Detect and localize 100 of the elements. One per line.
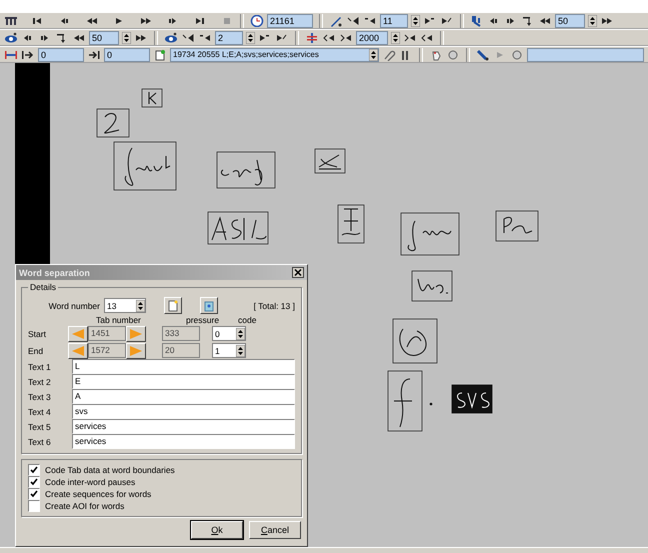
total-count: [ Total: 13 ] xyxy=(254,300,295,310)
delete-button[interactable] xyxy=(200,297,218,314)
column-header: Tab number xyxy=(96,314,142,324)
column-header: pressure xyxy=(186,314,220,324)
handwritten-word xyxy=(452,384,492,414)
text-label: Text 5 xyxy=(28,422,52,432)
handwritten-word xyxy=(314,148,346,174)
spin-arrows-icon[interactable] xyxy=(588,14,597,26)
text-label: Text 4 xyxy=(28,406,52,416)
width-icon[interactable] xyxy=(4,48,18,60)
row-label: End xyxy=(28,346,44,356)
timeline-icon[interactable] xyxy=(4,14,18,26)
checkbox-label: Code inter-word pauses xyxy=(45,477,136,487)
arrow-button[interactable] xyxy=(68,342,88,358)
box-icon xyxy=(204,300,214,312)
spin-arrows-icon[interactable] xyxy=(411,14,420,26)
spin-arrows-icon[interactable] xyxy=(369,48,378,60)
document-icon xyxy=(168,300,178,312)
marker-arrow-icon[interactable] xyxy=(420,32,434,44)
handwritten-word xyxy=(388,370,422,432)
arrow-button[interactable] xyxy=(68,326,88,342)
field-label: Word number xyxy=(48,300,100,310)
ink-dot xyxy=(430,402,432,406)
close-icon[interactable] xyxy=(292,267,304,278)
text-label: Text 6 xyxy=(28,436,52,446)
text-field[interactable]: E xyxy=(72,374,295,389)
clock-icon[interactable] xyxy=(250,14,264,26)
checkbox-label: Create sequences for words xyxy=(45,489,152,499)
handwritten-word xyxy=(208,212,268,244)
spin-field[interactable]: 2 xyxy=(215,30,243,44)
tab-number-field: 1572 xyxy=(88,343,126,358)
input-field[interactable] xyxy=(527,48,644,62)
checkbox[interactable] xyxy=(28,500,40,512)
text-field[interactable]: L xyxy=(72,359,295,374)
checkbox[interactable] xyxy=(28,476,40,488)
spin-arrows-icon[interactable] xyxy=(122,32,131,44)
text-field[interactable]: services xyxy=(72,419,295,434)
arrow-button[interactable] xyxy=(126,342,146,358)
code-spin[interactable]: 1 xyxy=(212,343,246,358)
start-field[interactable]: 0 xyxy=(38,48,84,62)
circle-icon[interactable] xyxy=(446,48,460,60)
new-document-icon[interactable] xyxy=(153,48,167,60)
window-title: Word separation xyxy=(19,268,90,278)
text-field[interactable]: services xyxy=(72,434,295,449)
ok-button[interactable]: Ok xyxy=(191,521,243,539)
paperclip-icon[interactable] xyxy=(382,48,396,60)
marker-arrow-icon[interactable] xyxy=(181,32,195,44)
spin-arrows-icon[interactable] xyxy=(246,32,255,44)
checkbox-label: Create AOI for words xyxy=(45,501,124,511)
group-title: Details xyxy=(28,282,58,292)
checkbox[interactable] xyxy=(28,464,40,476)
handwritten-word xyxy=(412,270,452,302)
eye-icon[interactable] xyxy=(4,32,18,44)
handwritten-word xyxy=(400,212,460,256)
handwritten-word xyxy=(338,204,364,244)
pen-icon[interactable] xyxy=(329,14,343,26)
arrow-button[interactable] xyxy=(126,326,146,342)
handwritten-word xyxy=(142,88,162,108)
handwritten-word xyxy=(114,142,176,190)
circle-icon[interactable] xyxy=(510,48,524,60)
spin-field[interactable]: 50 xyxy=(89,30,119,44)
spin-field[interactable]: 50 xyxy=(555,14,585,28)
handwritten-word xyxy=(216,152,276,188)
pressure-field: 20 xyxy=(162,343,200,358)
marker-arrow-icon[interactable] xyxy=(403,32,417,44)
text-label: Text 3 xyxy=(28,392,52,402)
handwritten-word xyxy=(392,318,438,364)
eye-icon[interactable] xyxy=(164,32,178,44)
handwritten-word xyxy=(96,108,130,138)
marker-arrow-icon[interactable] xyxy=(346,14,360,26)
checkbox-label: Code Tab data at word boundaries xyxy=(45,465,175,475)
cross-icon[interactable] xyxy=(305,32,319,44)
sequence-dropdown[interactable]: 19734 20555 L;E;A;svs;services;services xyxy=(170,48,379,62)
pressure-field: 333 xyxy=(162,326,200,341)
text-field[interactable]: A xyxy=(72,389,295,404)
word-number-spin[interactable]: 13 xyxy=(104,298,146,313)
spin-arrows-icon[interactable] xyxy=(236,328,245,340)
new-button[interactable] xyxy=(164,297,182,314)
spin-arrows-icon[interactable] xyxy=(136,300,145,312)
row-label: Start xyxy=(28,328,47,338)
cancel-button[interactable]: Cancel xyxy=(249,521,301,539)
time-field[interactable]: 21161 xyxy=(267,14,313,28)
spin-field[interactable]: 11 xyxy=(380,14,408,28)
start-mark-icon[interactable] xyxy=(21,48,35,60)
code-spin[interactable]: 0 xyxy=(212,326,246,341)
spin-arrows-icon[interactable] xyxy=(236,344,245,356)
text-label: Text 1 xyxy=(28,362,52,372)
brush-icon[interactable] xyxy=(476,48,490,60)
marker-arrow-icon[interactable] xyxy=(339,32,353,44)
handwritten-word xyxy=(496,210,538,242)
end-field[interactable]: 0 xyxy=(104,48,150,62)
text-label: Text 2 xyxy=(28,376,52,386)
tab-number-field: 1451 xyxy=(88,326,126,341)
marker-arrow-icon[interactable] xyxy=(322,32,336,44)
spin-arrows-icon[interactable] xyxy=(391,32,400,44)
spin-field[interactable]: 2000 xyxy=(356,30,388,44)
checkbox[interactable] xyxy=(28,488,40,500)
end-mark-icon[interactable] xyxy=(87,48,101,60)
text-field[interactable]: svs xyxy=(72,404,295,419)
column-header: code xyxy=(238,314,256,324)
